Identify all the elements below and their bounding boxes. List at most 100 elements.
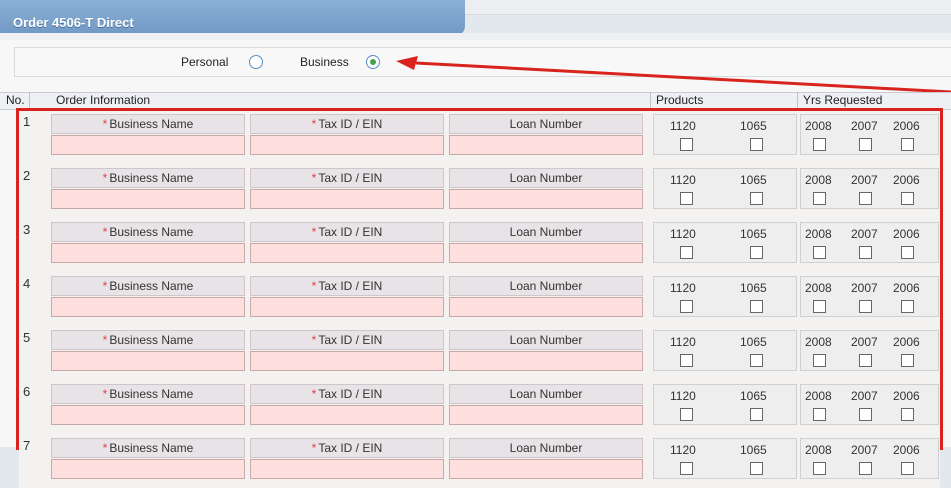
product-checkbox[interactable]: [750, 138, 763, 151]
product-checkbox[interactable]: [750, 246, 763, 259]
year-label: 2006: [893, 443, 920, 457]
top-right-strip: [465, 0, 951, 15]
year-checkbox[interactable]: [813, 300, 826, 313]
product-checkbox[interactable]: [680, 192, 693, 205]
loan-number-input[interactable]: [449, 189, 643, 209]
required-mark: *: [311, 333, 317, 347]
product-checkbox[interactable]: [750, 192, 763, 205]
year-checkbox[interactable]: [813, 408, 826, 421]
year-label: 2007: [851, 119, 878, 133]
product-checkbox[interactable]: [750, 462, 763, 475]
product-label: 1120: [670, 389, 696, 403]
business-name-label-text: Business Name: [109, 117, 194, 131]
tax-id-input[interactable]: [250, 243, 444, 263]
year-checkbox[interactable]: [859, 462, 872, 475]
tax-id-label: * Tax ID / EIN: [250, 276, 444, 296]
year-checkbox[interactable]: [901, 408, 914, 421]
loan-number-input[interactable]: [449, 297, 643, 317]
year-label: 2007: [851, 335, 878, 349]
year-label: 2008: [805, 173, 832, 187]
business-name-input[interactable]: [51, 405, 245, 425]
year-label: 2006: [893, 119, 920, 133]
business-name-input[interactable]: [51, 189, 245, 209]
year-checkbox[interactable]: [901, 354, 914, 367]
year-checkbox[interactable]: [813, 192, 826, 205]
loan-number-label-text: Loan Number: [509, 387, 583, 401]
business-name-input[interactable]: [51, 297, 245, 317]
required-mark: *: [102, 279, 108, 293]
row-number: 3: [23, 222, 31, 237]
required-mark: *: [311, 279, 317, 293]
year-checkbox[interactable]: [901, 246, 914, 259]
product-checkbox[interactable]: [680, 246, 693, 259]
product-checkbox[interactable]: [680, 354, 693, 367]
loan-number-label: Loan Number: [449, 276, 643, 296]
business-label: Business: [300, 55, 349, 69]
year-checkbox[interactable]: [813, 246, 826, 259]
business-name-input[interactable]: [51, 351, 245, 371]
required-mark: *: [102, 333, 108, 347]
personal-radio[interactable]: [249, 55, 263, 69]
required-mark: *: [102, 225, 108, 239]
tax-id-input[interactable]: [250, 297, 444, 317]
tax-id-input[interactable]: [250, 405, 444, 425]
header-yrs-requested: Yrs Requested: [803, 93, 883, 107]
year-checkbox[interactable]: [813, 138, 826, 151]
loan-number-input[interactable]: [449, 243, 643, 263]
year-checkbox[interactable]: [901, 138, 914, 151]
tax-id-label: * Tax ID / EIN: [250, 384, 444, 404]
year-checkbox[interactable]: [901, 462, 914, 475]
year-label: 2006: [893, 389, 920, 403]
loan-number-label: Loan Number: [449, 222, 643, 242]
year-checkbox[interactable]: [813, 354, 826, 367]
product-checkbox[interactable]: [750, 354, 763, 367]
year-label: 2006: [893, 335, 920, 349]
loan-number-input[interactable]: [449, 459, 643, 479]
year-label: 2008: [805, 443, 832, 457]
business-name-input[interactable]: [51, 135, 245, 155]
year-checkbox[interactable]: [859, 192, 872, 205]
product-checkbox[interactable]: [750, 300, 763, 313]
required-mark: *: [102, 441, 108, 455]
row-number: 6: [23, 384, 31, 399]
row-number: 5: [23, 330, 31, 345]
year-checkbox[interactable]: [901, 192, 914, 205]
loan-number-input[interactable]: [449, 351, 643, 371]
product-checkbox[interactable]: [750, 408, 763, 421]
product-checkbox[interactable]: [680, 300, 693, 313]
year-checkbox[interactable]: [901, 300, 914, 313]
required-mark: *: [311, 225, 317, 239]
year-checkbox[interactable]: [813, 462, 826, 475]
business-name-input[interactable]: [51, 459, 245, 479]
required-mark: *: [102, 171, 108, 185]
tax-id-label-text: Tax ID / EIN: [318, 117, 383, 131]
year-label: 2007: [851, 227, 878, 241]
product-checkbox[interactable]: [680, 138, 693, 151]
year-checkbox[interactable]: [859, 138, 872, 151]
tax-id-input[interactable]: [250, 135, 444, 155]
year-checkbox[interactable]: [859, 300, 872, 313]
product-checkbox[interactable]: [680, 408, 693, 421]
product-checkbox[interactable]: [680, 462, 693, 475]
year-checkbox[interactable]: [859, 246, 872, 259]
tax-id-label-text: Tax ID / EIN: [318, 279, 383, 293]
year-label: 2008: [805, 119, 832, 133]
product-label: 1120: [670, 281, 696, 295]
tax-id-input[interactable]: [250, 189, 444, 209]
tax-id-input[interactable]: [250, 351, 444, 371]
business-name-label: * Business Name: [51, 330, 245, 350]
loan-number-label: Loan Number: [449, 438, 643, 458]
year-checkbox[interactable]: [859, 354, 872, 367]
required-mark: *: [311, 387, 317, 401]
year-checkbox[interactable]: [859, 408, 872, 421]
tax-id-input[interactable]: [250, 459, 444, 479]
required-mark: *: [311, 171, 317, 185]
business-name-input[interactable]: [51, 243, 245, 263]
loan-number-input[interactable]: [449, 405, 643, 425]
business-radio[interactable]: [366, 55, 380, 69]
product-label: 1065: [740, 335, 767, 349]
loan-number-input[interactable]: [449, 135, 643, 155]
row-number: 7: [23, 438, 31, 453]
header-divider: [29, 92, 30, 108]
business-name-label-text: Business Name: [109, 279, 194, 293]
